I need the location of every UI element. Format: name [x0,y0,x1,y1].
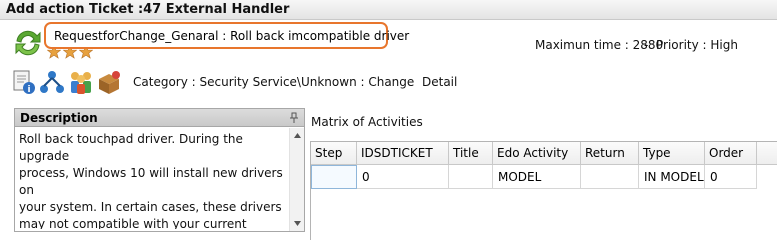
detail-link[interactable]: Detail [422,75,457,89]
activities-grid: Step IDSDTICKET Title Edo Activity Retur… [310,141,777,240]
table-cell-idsdticket[interactable]: 0 [357,165,449,189]
category-label: Category : Security Service\Unknown : Ch… [133,75,415,89]
pin-icon[interactable] [289,112,299,124]
table-cell-title[interactable] [449,165,493,189]
scroll-up-icon[interactable] [293,131,302,140]
description-label: Description [20,111,98,125]
meta-separator: - [644,38,649,52]
column-header-return[interactable]: Return [581,142,639,165]
description-header: Description [15,109,304,127]
description-scrollbar[interactable] [289,128,304,231]
description-text: Roll back touchpad driver. During the up… [19,132,283,229]
column-header-idsdticket[interactable]: IDSDTICKET [357,142,449,165]
description-panel: Description Roll back touchpad driver. D… [14,108,305,232]
table-cell-step[interactable] [311,165,357,189]
request-title: RequestforChange_Genaral : Roll back imc… [54,29,410,43]
column-header-edo-activity[interactable]: Edo Activity [493,142,581,165]
table-cell-type[interactable]: IN MODEL [639,165,705,189]
svg-text:i: i [27,85,30,95]
matrix-label: Matrix of Activities [311,115,423,129]
sitemap-icon[interactable] [39,69,65,95]
priority: Priority : High [656,38,738,52]
package-icon[interactable] [96,69,122,95]
request-title-box: RequestforChange_Genaral : Roll back imc… [44,22,409,49]
table-cell-return[interactable] [581,165,639,189]
table-cell-edo-activity[interactable]: MODEL [493,165,581,189]
column-header-filler [757,142,777,165]
scroll-down-icon[interactable] [293,219,302,228]
column-header-order[interactable]: Order [705,142,757,165]
window-title: Add action Ticket :47 External Handler [6,2,290,17]
column-header-title[interactable]: Title [449,142,493,165]
window-titlebar: Add action Ticket :47 External Handler [0,0,777,20]
column-header-type[interactable]: Type [639,142,705,165]
refresh-icon[interactable] [11,26,45,60]
document-info-icon[interactable]: i [11,69,37,95]
users-icon[interactable] [68,69,94,95]
table-cell-order[interactable]: 0 [705,165,757,189]
column-header-step[interactable]: Step [311,142,357,165]
